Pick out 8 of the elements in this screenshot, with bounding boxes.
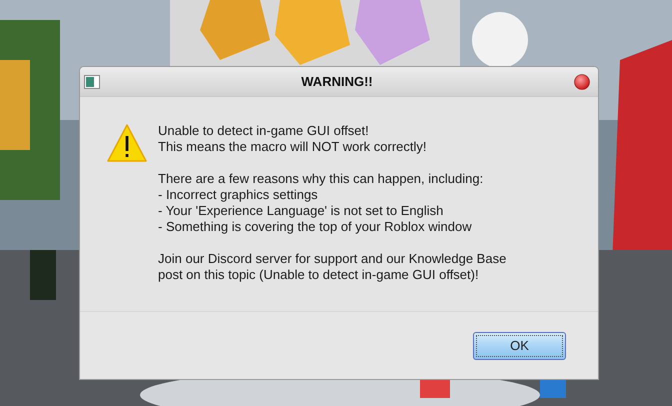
ok-button[interactable]: OK [473,332,566,360]
message-paragraph: Join our Discord server for support and our Knowledge Base post on this topic (Unable to detect in-game GUI offset)! [158,251,506,283]
window-title: WARNING!! [300,74,374,89]
close-icon[interactable] [574,74,590,90]
message-paragraph: There are a few reasons why this can happen, including: - Incorrect graphics settings - Your 'Experience Language' is not set to English - Something is covering the top of your Roblox window [158,171,484,235]
app-icon [84,74,100,88]
warning-icon [107,123,147,163]
message-paragraph: Unable to detect in-game GUI offset! This means the macro will NOT work correctly! [158,123,428,155]
